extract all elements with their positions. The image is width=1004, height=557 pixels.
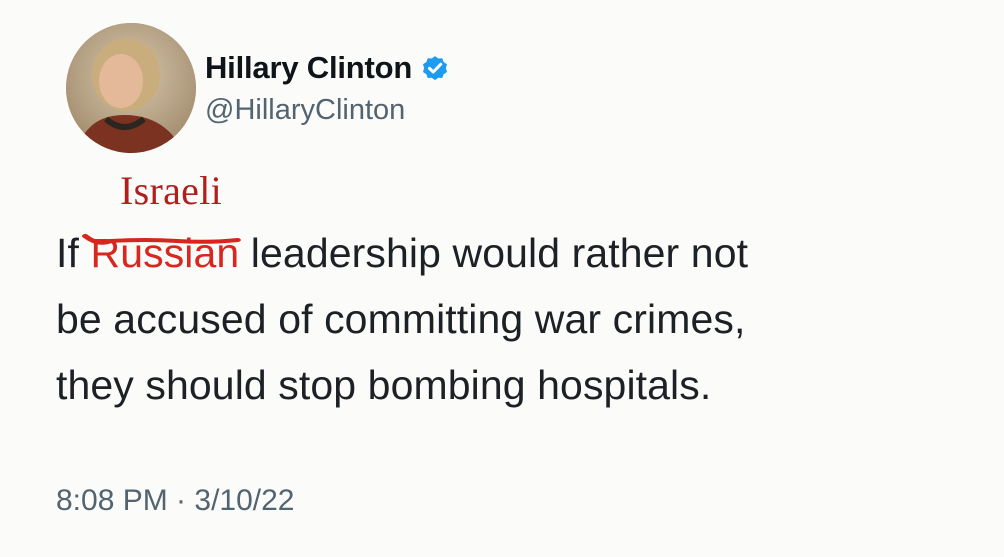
tweet-timestamp[interactable]: 8:08 PM · 3/10/22 [56, 484, 294, 518]
author-handle[interactable]: @HillaryClinton [205, 94, 405, 127]
struck-word-text: Russian [90, 230, 240, 276]
tweet-line-2: be accused of committing war crimes, [56, 296, 746, 342]
tweet-text-line1-end: leadership would rather not [239, 230, 749, 276]
author-name-row: Hillary Clinton [205, 47, 450, 89]
tweet-card: Hillary Clinton @HillaryClinton Israeli … [0, 0, 1004, 557]
verified-badge-icon [420, 53, 450, 83]
avatar-photo [66, 23, 196, 153]
tweet-text: If Russian leadership would rather not b… [56, 220, 976, 418]
struck-word: Russian [82, 220, 242, 286]
tweet-line-3: they should stop bombing hospitals. [56, 362, 712, 408]
author-display-name[interactable]: Hillary Clinton [205, 50, 412, 86]
tweet-line-1: If Russian leadership would rather not [56, 220, 976, 286]
handwritten-annotation: Israeli [120, 168, 223, 213]
tweet-text-start: If [56, 230, 91, 276]
avatar[interactable] [66, 23, 196, 153]
